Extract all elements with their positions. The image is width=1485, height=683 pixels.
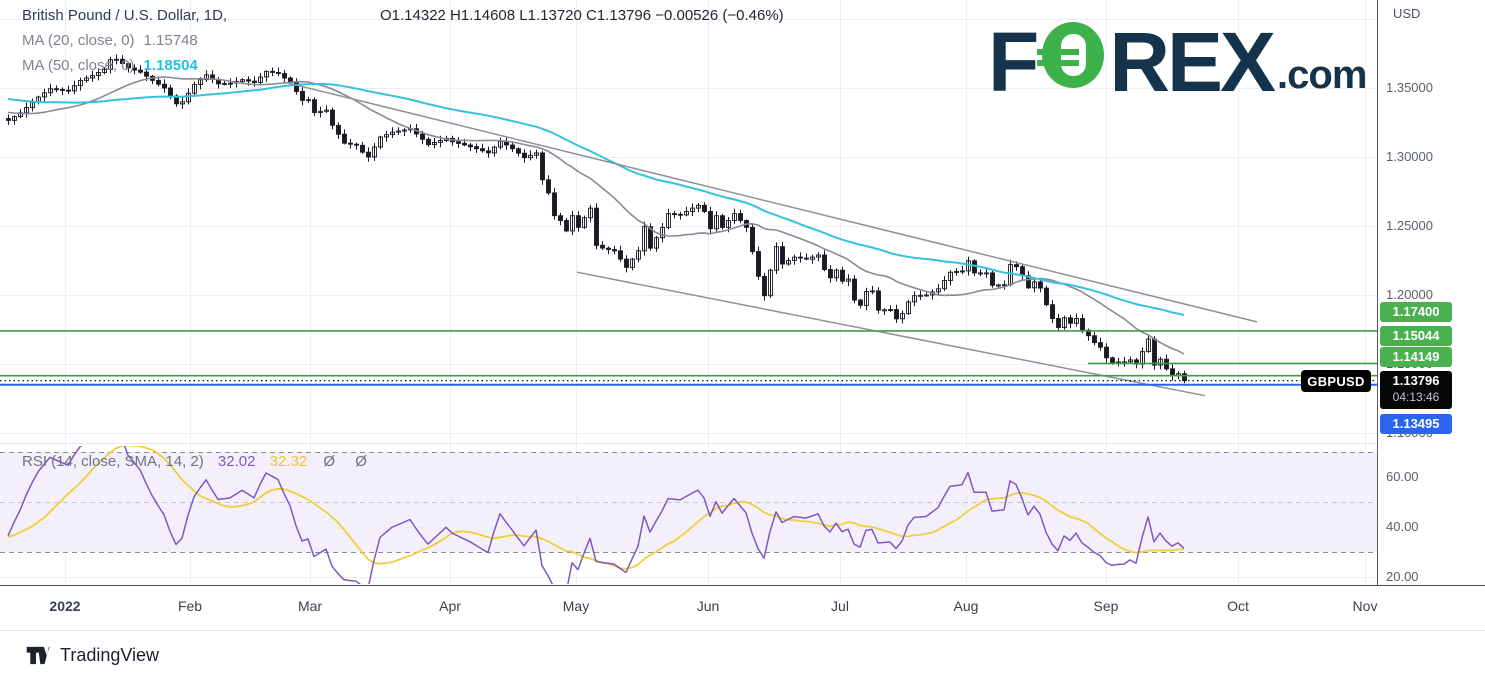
time-axis-label: Mar	[298, 598, 322, 614]
forex-logo-o-icon	[1042, 22, 1104, 88]
countdown-timer: 04:13:46	[1380, 390, 1452, 404]
rsi-legend-label: RSI (14, close, SMA, 14, 2)	[22, 453, 204, 470]
tradingview-logo-icon	[26, 646, 51, 665]
time-axis[interactable]: 2022 Feb Mar Apr May Jun Jul Aug Sep Oct Nov	[0, 585, 1485, 630]
price-tick-label: 1.25000	[1386, 218, 1433, 233]
price-line-symbol-label: GBPUSD	[1301, 370, 1371, 392]
time-axis-label: Jul	[831, 598, 849, 614]
forex-logo-tld: .com	[1277, 55, 1366, 95]
price-level-badge: 1.14149	[1380, 347, 1452, 367]
current-price-badge: 1.1379604:13:46	[1380, 371, 1452, 409]
time-axis-label: Nov	[1353, 598, 1378, 614]
time-axis-label: May	[563, 598, 589, 614]
forex-com-logo: F REX .com	[988, 20, 1366, 104]
price-axis[interactable]: USD 1.350001.300001.250001.200001.150001…	[1378, 0, 1485, 585]
ma20-label: MA (20, close, 0)	[22, 32, 135, 49]
price-tick-label: 1.30000	[1386, 149, 1433, 164]
ohlc-values: O1.14322 H1.14608 L1.13720 C1.13796 −0.0…	[380, 7, 784, 24]
price-level-badge: 1.17400	[1380, 302, 1452, 322]
price-tick-label: 1.35000	[1386, 80, 1433, 95]
rsi-tick-label: 20.00	[1386, 569, 1419, 584]
price-level-badge: 1.15044	[1380, 326, 1452, 346]
tradingview-logo[interactable]: TradingView	[26, 645, 159, 666]
forex-logo-letter-f: F	[988, 20, 1036, 104]
ma50-label: MA (50, close, 0)	[22, 57, 135, 74]
time-axis-label: Apr	[439, 598, 461, 614]
time-axis-label: 2022	[49, 598, 80, 614]
price-tick-label: 1.20000	[1386, 287, 1433, 302]
forex-logo-letters-rex: REX	[1109, 20, 1273, 104]
time-axis-label: Oct	[1227, 598, 1249, 614]
symbol-title[interactable]: British Pound / U.S. Dollar, 1D,	[22, 7, 227, 24]
tradingview-chart-window: British Pound / U.S. Dollar, 1D, O1.1432…	[0, 0, 1485, 683]
rsi-tick-label: 40.00	[1386, 519, 1419, 534]
rsi-signal-value: 32.32	[270, 453, 308, 470]
ma20-value: 1.15748	[144, 32, 198, 49]
rsi-value: 32.02	[218, 453, 256, 470]
time-axis-label: Sep	[1094, 598, 1119, 614]
tradingview-logo-text: TradingView	[60, 645, 159, 666]
ma50-value: 1.18504	[144, 57, 198, 74]
rsi-tick-label: 60.00	[1386, 469, 1419, 484]
rsi-legend[interactable]: RSI (14, close, SMA, 14, 2) 32.02 32.32 …	[22, 453, 375, 470]
ma50-legend[interactable]: MA (50, close, 0) 1.18504	[22, 57, 198, 74]
rsi-phi-symbols: Ø Ø	[323, 453, 375, 470]
axis-currency-label: USD	[1393, 6, 1420, 21]
time-axis-label: Feb	[178, 598, 202, 614]
ma20-legend[interactable]: MA (20, close, 0) 1.15748	[22, 32, 198, 49]
time-axis-label: Aug	[954, 598, 979, 614]
time-axis-label: Jun	[697, 598, 720, 614]
price-level-badge: 1.13495	[1380, 414, 1452, 434]
